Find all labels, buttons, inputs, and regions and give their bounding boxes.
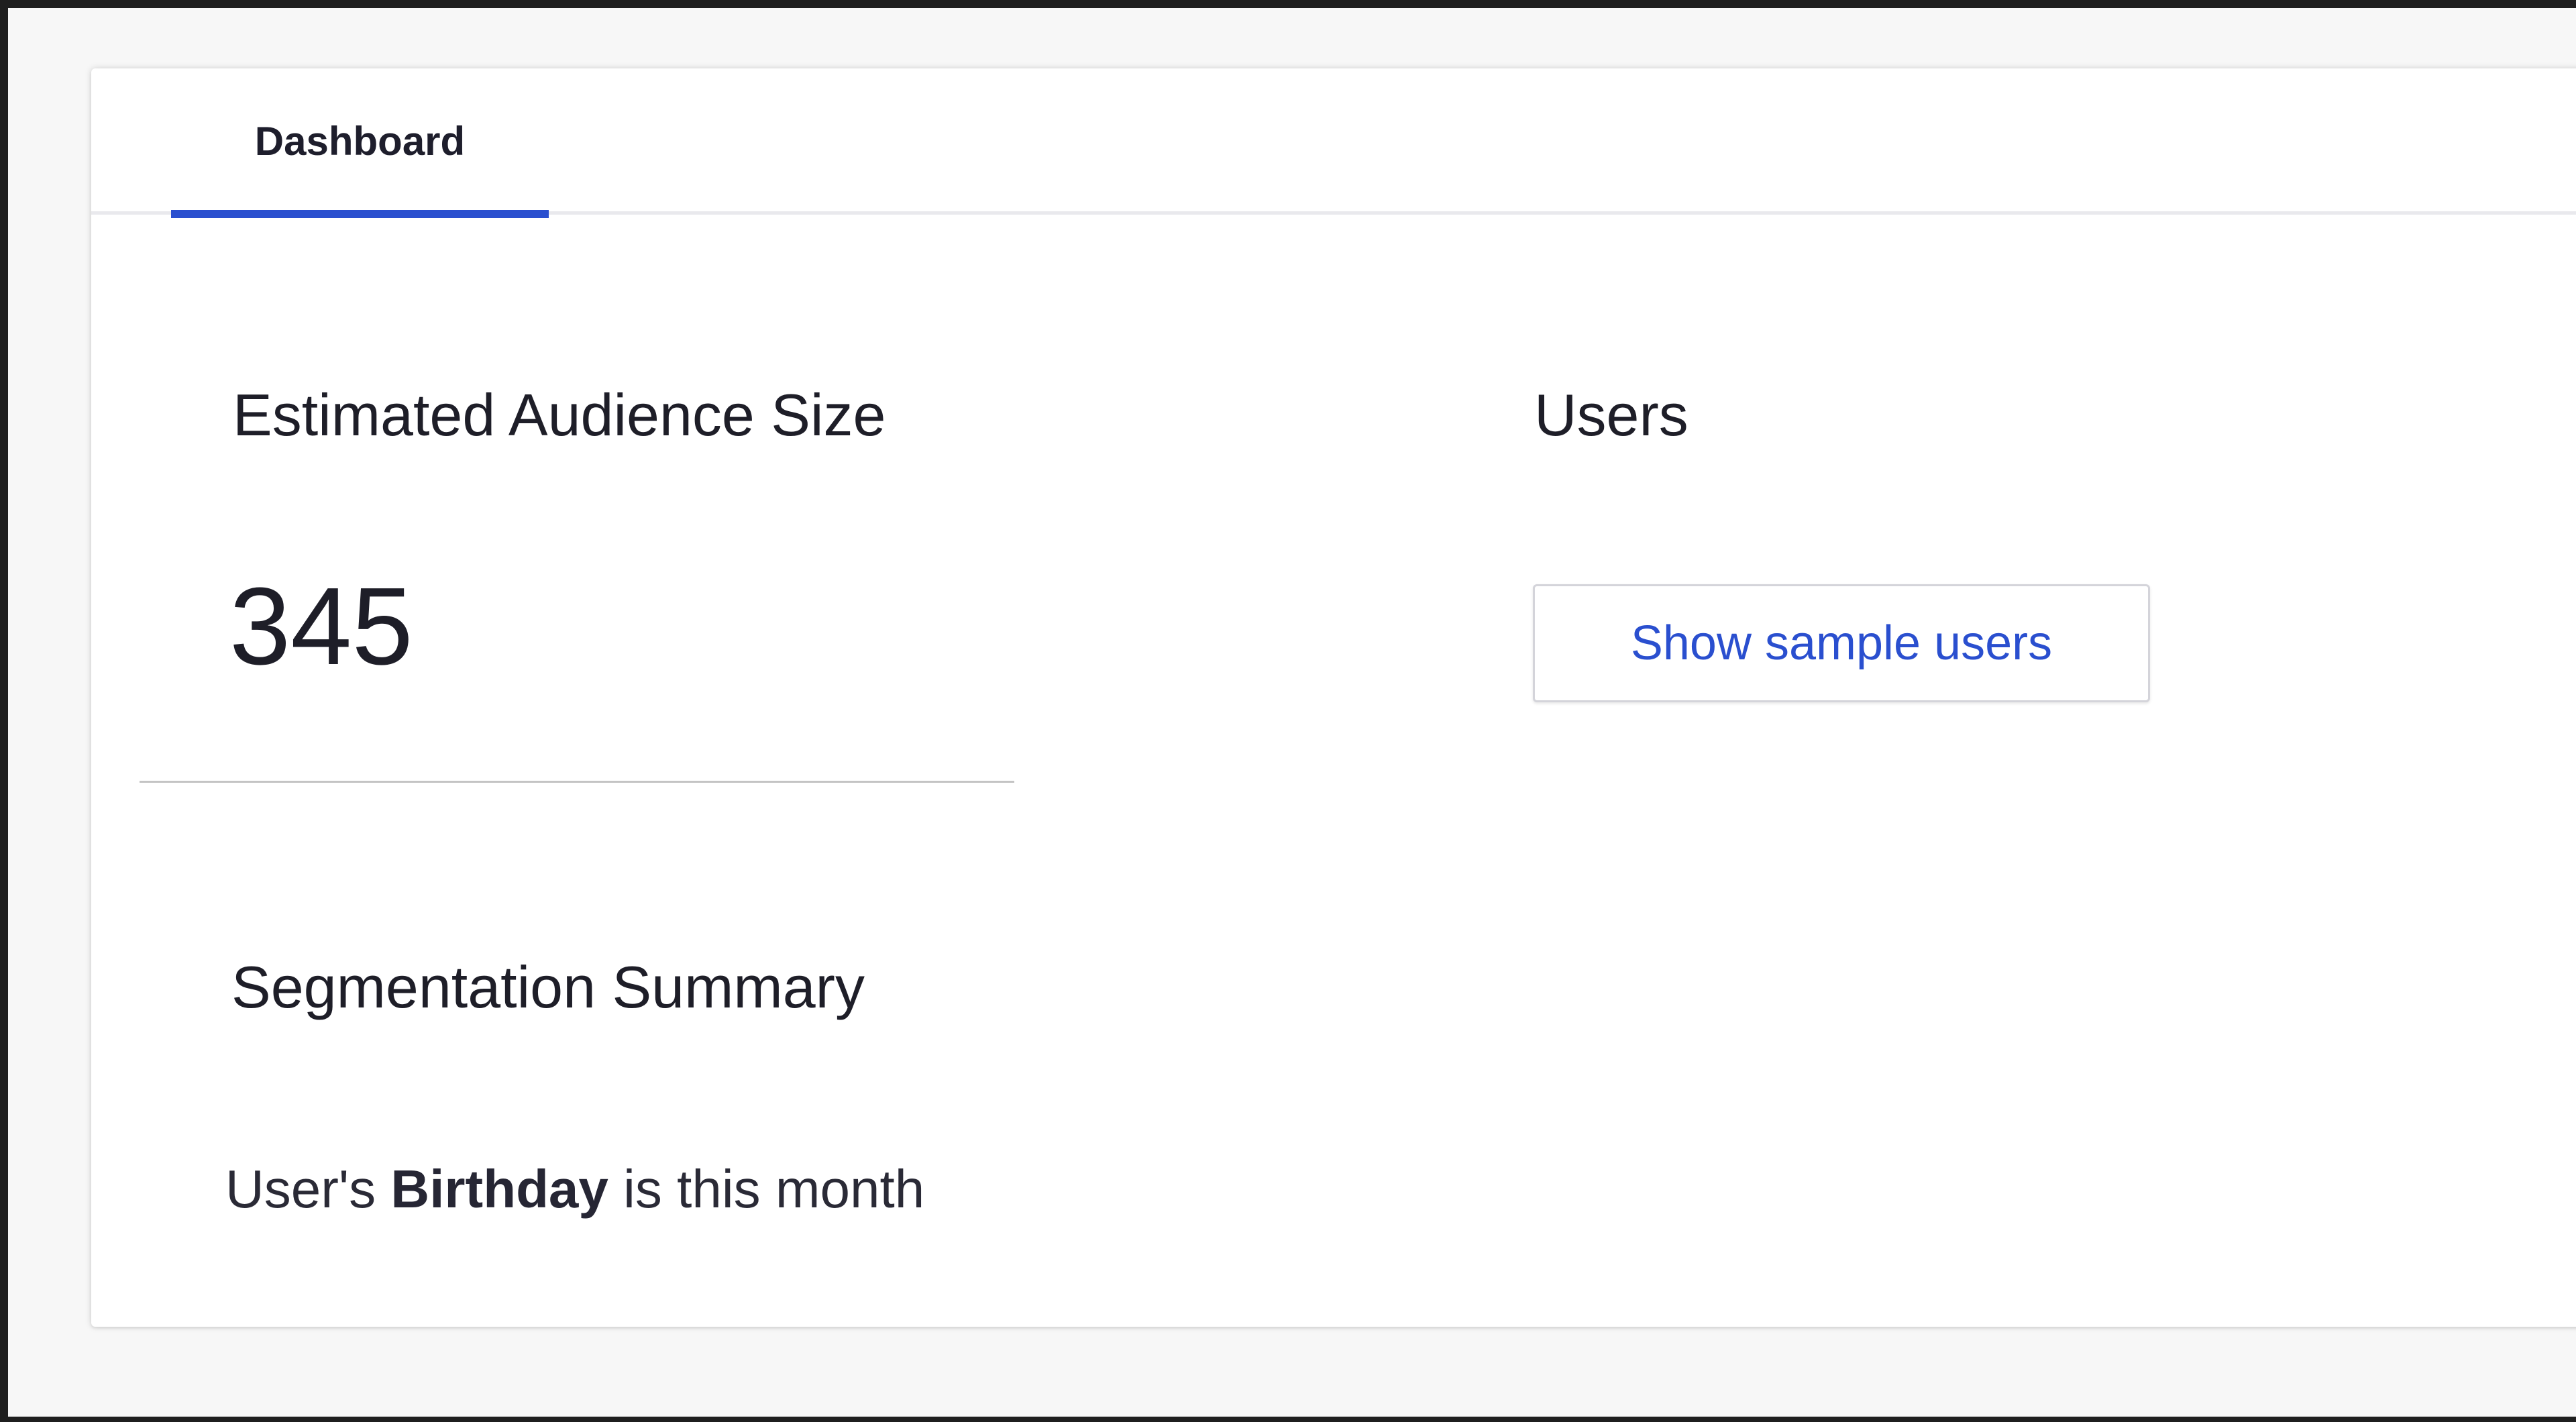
dashboard-card: Dashboard Estimated Audience Size 345 Us… [91, 68, 2576, 1327]
tab-dashboard-label: Dashboard [254, 119, 466, 164]
audience-size-heading: Estimated Audience Size [233, 382, 886, 448]
segmentation-summary-heading: Segmentation Summary [231, 954, 865, 1020]
app-window: Dashboard Estimated Audience Size 345 Us… [8, 8, 2576, 1417]
rule-attribute: Birthday [390, 1159, 608, 1219]
tab-bar: Dashboard [91, 68, 2576, 218]
rule-prefix: User's [225, 1159, 376, 1219]
section-divider [140, 781, 1014, 783]
active-tab-indicator [171, 210, 549, 218]
audience-size-value: 345 [229, 565, 413, 688]
tab-dashboard[interactable]: Dashboard [171, 68, 549, 218]
segmentation-rule: User's Birthday is this month [225, 1158, 924, 1220]
rule-suffix: is this month [623, 1159, 925, 1219]
show-sample-users-button[interactable]: Show sample users [1533, 584, 2150, 702]
users-heading: Users [1534, 382, 1688, 448]
